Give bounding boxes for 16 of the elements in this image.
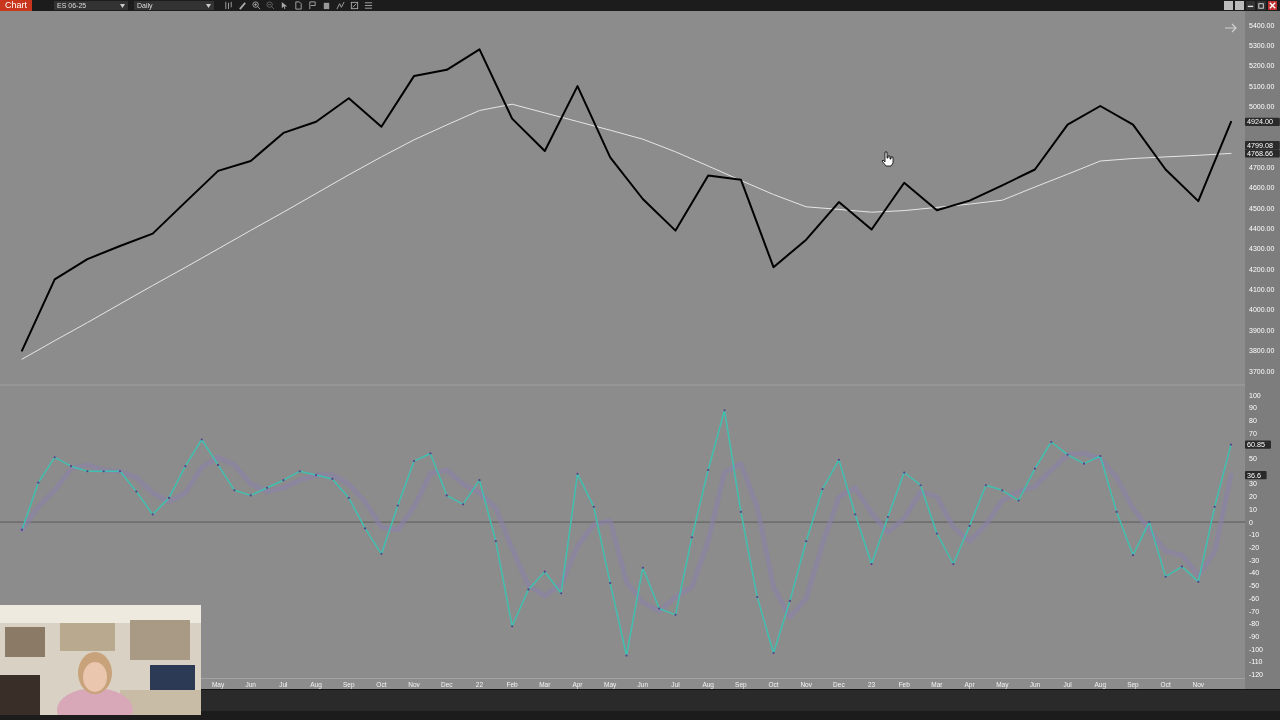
bars-icon[interactable] [224, 1, 233, 10]
minimize-icon[interactable] [1246, 1, 1255, 10]
zoom-out-icon[interactable] [266, 1, 275, 10]
restore-icon[interactable] [1257, 1, 1266, 10]
caret-icon [120, 3, 125, 8]
list-icon[interactable] [364, 1, 373, 10]
chart-button[interactable]: Chart [0, 0, 32, 11]
close-icon[interactable] [1268, 1, 1277, 10]
line-tool-icon[interactable] [336, 1, 345, 10]
document-icon[interactable] [294, 1, 303, 10]
zoom-in-icon[interactable] [252, 1, 261, 10]
frame-icon[interactable] [350, 1, 359, 10]
pencil-icon[interactable] [238, 1, 247, 10]
hand-cursor-icon [881, 151, 894, 167]
caret-icon [206, 3, 211, 8]
pointer-icon[interactable] [280, 1, 289, 10]
